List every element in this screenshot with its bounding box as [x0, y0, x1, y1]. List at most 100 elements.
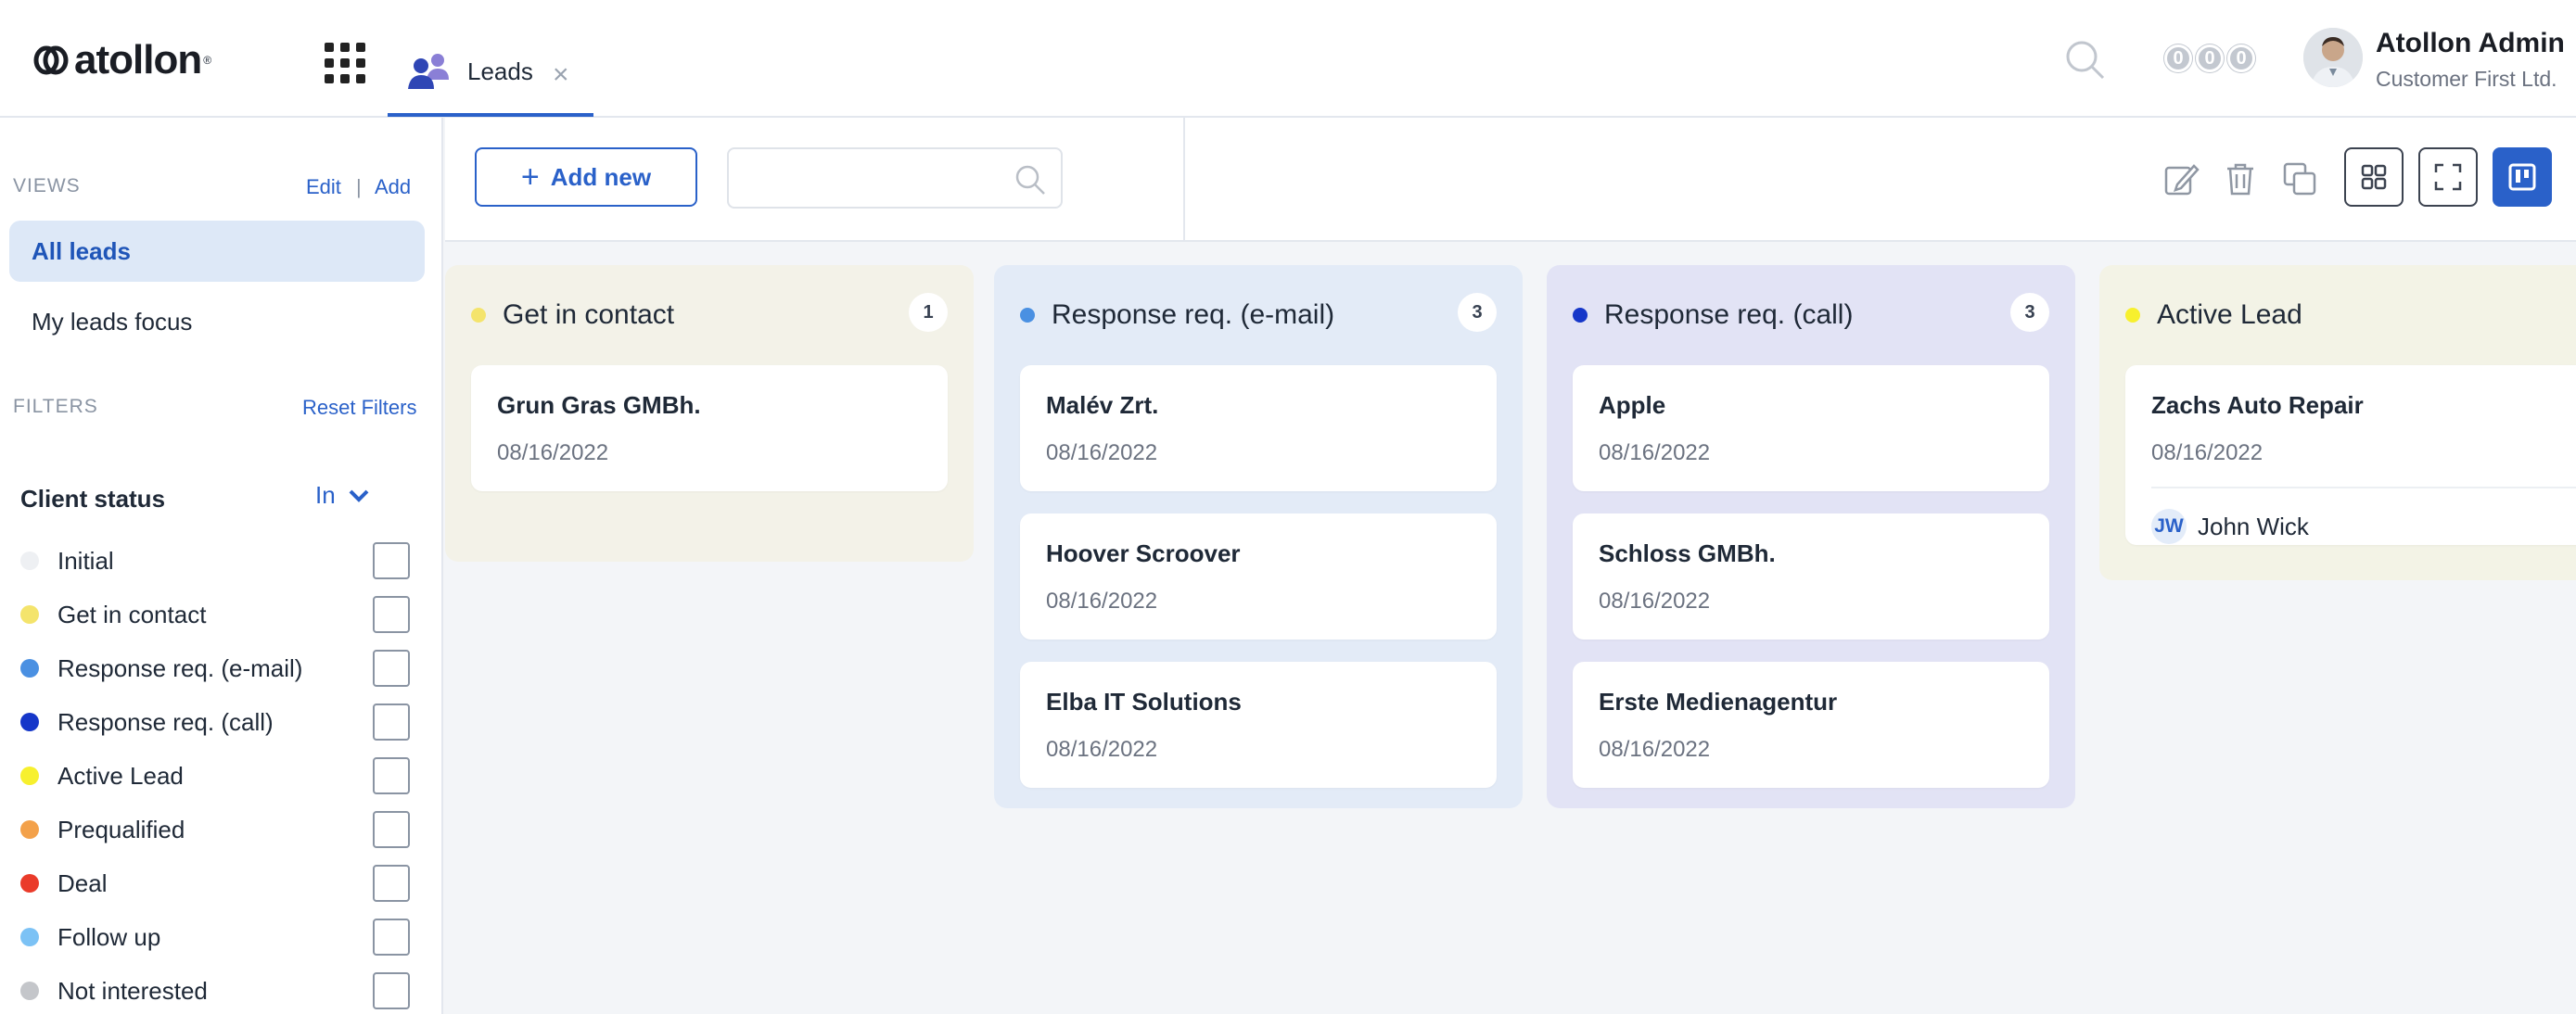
lead-card[interactable]: Grun Gras GMBh. 08/16/2022 — [471, 365, 948, 491]
filter-operator-value: In — [315, 481, 336, 509]
add-new-label: Add new — [550, 162, 652, 191]
status-filter-row[interactable]: Prequalified — [20, 811, 410, 848]
add-view-link[interactable]: Add — [375, 175, 411, 199]
status-label: Get in contact — [57, 600, 207, 628]
toolbar: + Add new — [445, 118, 2576, 242]
column-status-dot — [471, 308, 486, 323]
status-filter-row[interactable]: Initial — [20, 542, 410, 579]
atollon-logo[interactable]: atollon ® — [33, 37, 211, 83]
status-label: Deal — [57, 868, 108, 897]
assignee-name: John Wick — [2198, 512, 2309, 540]
counter-badge[interactable]: 0 — [2196, 44, 2224, 72]
column-header[interactable]: Active Lead — [2125, 265, 2576, 365]
counter-badge[interactable]: 0 — [2164, 44, 2192, 72]
column-status-dot — [1020, 308, 1035, 323]
user-avatar[interactable] — [2303, 28, 2363, 87]
user-name[interactable]: Atollon Admin — [2376, 28, 2565, 59]
tab-leads-label: Leads — [467, 57, 533, 85]
edit-views-link[interactable]: Edit — [306, 175, 341, 199]
counter-badge[interactable]: 0 — [2227, 44, 2255, 72]
column-header[interactable]: Get in contact 1 — [471, 265, 948, 365]
lead-name: Schloss GMBh. — [1599, 539, 1776, 567]
search-icon[interactable] — [1014, 164, 1046, 196]
status-filter-row[interactable]: Follow up — [20, 919, 410, 956]
kanban-column: Response req. (call) 3 Apple 08/16/2022 Schl… — [1547, 265, 2075, 808]
column-title: Response req. (call) — [1604, 299, 1854, 330]
lead-card[interactable]: Schloss GMBh. 08/16/2022 — [1573, 513, 2049, 640]
column-count-badge: 1 — [909, 293, 948, 332]
search-input[interactable] — [744, 149, 1003, 205]
lead-card[interactable]: Hoover Scroover 08/16/2022 — [1020, 513, 1497, 640]
delete-icon[interactable] — [2222, 160, 2259, 197]
edit-icon[interactable] — [2162, 160, 2200, 197]
logo-text: atollon — [74, 37, 202, 82]
status-filter-row[interactable]: Active Lead — [20, 757, 410, 794]
status-label: Response req. (e-mail) — [57, 653, 303, 682]
column-title: Active Lead — [2157, 299, 2302, 330]
status-filter-row[interactable]: Deal — [20, 865, 410, 902]
status-checkbox[interactable] — [373, 703, 410, 741]
status-color-dot — [20, 820, 39, 839]
status-checkbox[interactable] — [373, 542, 410, 579]
search-field[interactable] — [727, 147, 1063, 209]
view-all-leads[interactable]: All leads — [9, 221, 425, 282]
column-status-dot — [1573, 308, 1588, 323]
view-my-leads-focus[interactable]: My leads focus — [9, 291, 425, 352]
status-checkbox[interactable] — [373, 919, 410, 956]
status-filter-row[interactable]: Response req. (call) — [20, 703, 410, 741]
status-label: Prequalified — [57, 815, 185, 843]
column-header[interactable]: Response req. (call) 3 — [1573, 265, 2049, 365]
registered-mark: ® — [203, 54, 212, 67]
link-separator: | — [356, 175, 362, 198]
lead-date: 08/16/2022 — [1599, 440, 1711, 465]
status-color-dot — [20, 659, 39, 678]
expand-icon — [2434, 163, 2462, 191]
status-filter-row[interactable]: Response req. (e-mail) — [20, 650, 410, 687]
lead-card[interactable]: Apple 08/16/2022 — [1573, 365, 2049, 491]
lead-date: 08/16/2022 — [1599, 737, 1711, 762]
status-filter-row[interactable]: Not interested — [20, 972, 410, 1009]
kanban-view-button[interactable] — [2493, 147, 2552, 207]
status-checkbox[interactable] — [373, 811, 410, 848]
add-new-button[interactable]: + Add new — [475, 147, 697, 207]
status-color-dot — [20, 928, 39, 946]
tab-leads[interactable]: Leads × — [388, 37, 593, 117]
assignee-initials: JW — [2151, 509, 2187, 544]
card-divider — [2151, 487, 2576, 488]
views-section-label: VIEWS — [13, 175, 81, 196]
status-checkbox[interactable] — [373, 972, 410, 1009]
grid-view-button[interactable] — [2344, 147, 2404, 207]
lead-name: Zachs Auto Repair — [2151, 391, 2364, 419]
status-color-dot — [20, 982, 39, 1000]
lead-date: 08/16/2022 — [1046, 737, 1158, 762]
global-search-icon[interactable] — [2064, 39, 2105, 80]
column-header[interactable]: Response req. (e-mail) 3 — [1020, 265, 1497, 365]
status-color-dot — [20, 605, 39, 624]
duplicate-icon[interactable] — [2281, 160, 2318, 197]
apps-grid-icon[interactable] — [325, 43, 365, 83]
status-color-dot — [20, 713, 39, 731]
lead-card[interactable]: Zachs Auto Repair 08/16/2022 JW John Wick — [2125, 365, 2576, 545]
status-checkbox[interactable] — [373, 757, 410, 794]
reset-filters-link[interactable]: Reset Filters — [302, 396, 416, 420]
logo-icon — [33, 45, 69, 75]
status-label: Initial — [57, 546, 114, 575]
close-tab-icon[interactable]: × — [553, 59, 569, 91]
notification-counters[interactable]: 0 0 0 — [2164, 44, 2255, 72]
fullscreen-button[interactable] — [2418, 147, 2478, 207]
filter-operator-select[interactable]: In — [315, 481, 369, 510]
status-color-dot — [20, 551, 39, 570]
lead-date: 08/16/2022 — [1046, 589, 1158, 614]
user-company: Customer First Ltd. — [2376, 67, 2557, 91]
lead-card[interactable]: Malév Zrt. 08/16/2022 — [1020, 365, 1497, 491]
status-checkbox[interactable] — [373, 650, 410, 687]
column-title: Get in contact — [503, 299, 675, 330]
lead-card[interactable]: Elba IT Solutions 08/16/2022 — [1020, 662, 1497, 788]
top-header: atollon ® Leads × 0 0 0 Atollon Admin Cu… — [0, 0, 2576, 118]
status-label: Response req. (call) — [57, 707, 274, 736]
status-checkbox[interactable] — [373, 596, 410, 633]
lead-card[interactable]: Erste Medienagentur 08/16/2022 — [1573, 662, 2049, 788]
status-checkbox[interactable] — [373, 865, 410, 902]
status-filter-row[interactable]: Get in contact — [20, 596, 410, 633]
lead-date: 08/16/2022 — [1046, 440, 1158, 465]
